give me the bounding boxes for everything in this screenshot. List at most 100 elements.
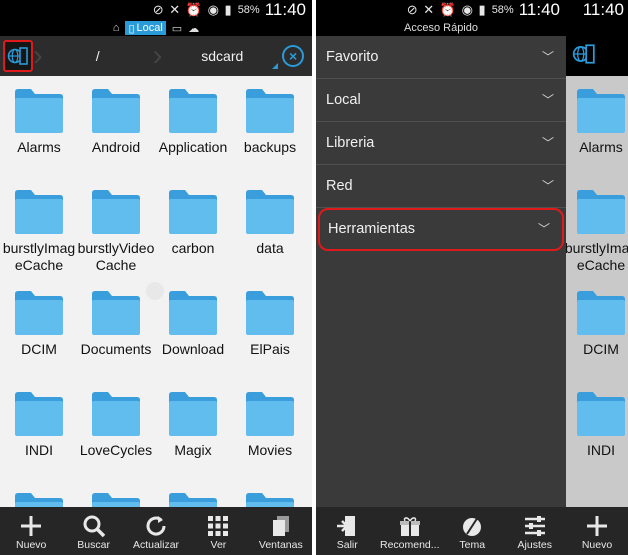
panel-title: Acceso Rápido	[316, 20, 566, 36]
folder-item[interactable]: burstlyVideoCache	[77, 177, 155, 277]
tema-button[interactable]: Tema	[441, 507, 504, 555]
toolbar-label: Recomend...	[379, 539, 440, 551]
gift-icon	[398, 513, 422, 539]
folder-name: data	[256, 240, 284, 256]
folder-item[interactable]: Magix	[154, 379, 232, 479]
folder-icon	[246, 493, 294, 507]
ajustes-button[interactable]: Ajustes	[504, 507, 567, 555]
quick-access-label: Local	[326, 92, 361, 108]
cloud-icon[interactable]: ☁	[188, 22, 199, 35]
folder-item[interactable]: carbon	[154, 177, 232, 277]
folder-item[interactable]: ElPais	[231, 278, 309, 378]
status-bar: 11:40	[566, 0, 628, 20]
folder-item[interactable]: Movies	[231, 379, 309, 479]
folder-item[interactable]	[77, 480, 155, 507]
globe-window-icon	[7, 47, 28, 65]
toolbar-label: Buscar	[77, 539, 110, 551]
quick-access-label: Red	[326, 178, 353, 194]
folder-item[interactable]: Documents	[77, 278, 155, 378]
local-location-chip[interactable]: ▯ Local	[125, 21, 166, 35]
folder-item[interactable]: DCIM	[0, 278, 78, 378]
status-bar: ⊘ ✕ ⏰ ◉ ▮ 58% 11:40	[0, 0, 312, 20]
home-icon[interactable]: ⌂	[113, 22, 120, 34]
nuevo-button[interactable]: Nuevo	[566, 507, 628, 555]
toolbar-label: Ventanas	[258, 539, 303, 551]
quick-access-item-libreria[interactable]: Libreria ﹀	[316, 122, 566, 165]
folder-name: backups	[243, 139, 297, 155]
folder-item[interactable]: Application	[154, 76, 232, 176]
toolbar-label: Tema	[459, 539, 486, 551]
quick-access-item-red[interactable]: Red ﹀	[316, 165, 566, 208]
recomend-button[interactable]: Recomend...	[379, 507, 442, 555]
folder-name: Alarms	[17, 139, 61, 155]
folder-icon	[577, 392, 625, 436]
clock: 11:40	[264, 0, 306, 19]
path-root[interactable]: /	[43, 36, 153, 76]
folder-item[interactable]: Download	[154, 278, 232, 378]
nuevo-button[interactable]: Nuevo	[0, 507, 62, 555]
folder-icon	[15, 190, 63, 234]
folder-name: DCIM	[583, 341, 619, 357]
folder-item[interactable]: DCIM	[566, 278, 628, 378]
folder-item[interactable]: burstlyImageCache	[566, 177, 628, 277]
folder-item[interactable]	[0, 480, 78, 507]
quick-access-item-local[interactable]: Local ﹀	[316, 79, 566, 122]
folder-item[interactable]: LoveCycles	[77, 379, 155, 479]
battery-percent: 58%	[491, 4, 514, 16]
chevron-down-icon: ﹀	[541, 93, 554, 107]
folder-item[interactable]	[231, 480, 309, 507]
folder-name: Magix	[174, 442, 212, 458]
folder-icon	[577, 291, 625, 335]
quick-access-label: Libreria	[326, 135, 375, 151]
toolbar-label: Nuevo	[581, 539, 613, 551]
ver-button[interactable]: Ver	[187, 507, 249, 555]
bottom-toolbar: Salir Recomend... Tema Ajustes	[316, 507, 566, 555]
quick-access-item-favorito[interactable]: Favorito ﹀	[316, 36, 566, 79]
folder-name: ElPais	[250, 341, 290, 357]
folder-item[interactable]: backups	[231, 76, 309, 176]
folder-item[interactable]: Alarms	[0, 76, 78, 176]
folder-item[interactable]: Alarms	[566, 76, 628, 176]
ventanas-button[interactable]: Ventanas	[250, 507, 312, 555]
chevron-down-icon: ﹀	[541, 179, 554, 193]
folder-item[interactable]: INDI	[566, 379, 628, 479]
drive-icon[interactable]: ▭	[172, 22, 182, 35]
folder-grid: Alarms Android Application backups burstlyIm…	[0, 76, 312, 507]
buscar-button[interactable]: Buscar	[62, 507, 124, 555]
globe-window-icon[interactable]	[572, 42, 596, 66]
settings-sliders-icon	[523, 513, 547, 539]
folder-icon	[15, 493, 63, 507]
folder-name: burstlyImageCache	[566, 240, 628, 273]
folder-item[interactable]	[154, 480, 232, 507]
path-current[interactable]: sdcard	[163, 36, 283, 76]
actualizar-button[interactable]: Actualizar	[125, 507, 187, 555]
quick-access-label: Herramientas	[328, 221, 416, 237]
quick-access-label: Favorito	[326, 49, 379, 65]
chevron-down-icon: ﹀	[541, 50, 554, 64]
toolbar-label: Salir	[336, 539, 358, 551]
window-switch-button[interactable]	[3, 40, 33, 72]
folder-icon	[15, 89, 63, 133]
folder-name: INDI	[25, 442, 53, 458]
folder-item[interactable]: Android	[77, 76, 155, 176]
phone-icon: ▯	[128, 22, 135, 35]
folder-grid: Alarms burstlyImageCache DCIM INDI	[566, 76, 628, 507]
quick-access-item-herramientas[interactable]: Herramientas ﹀	[318, 208, 564, 251]
folder-icon	[246, 190, 294, 234]
clock: 11:40	[518, 0, 560, 19]
folder-icon	[15, 392, 63, 436]
quick-access-list: Favorito ﹀ Local ﹀ Libreria ﹀ Red ﹀ Herramientas…	[316, 36, 566, 251]
folder-icon	[169, 493, 217, 507]
folder-item[interactable]: burstlyImageCache	[0, 177, 78, 277]
folder-name: INDI	[587, 442, 615, 458]
path-separator: ›	[32, 39, 43, 72]
folder-name: Application	[158, 139, 228, 155]
folder-name: carbon	[171, 240, 215, 256]
folder-item[interactable]: INDI	[0, 379, 78, 479]
folder-icon	[169, 89, 217, 133]
close-icon[interactable]: ×	[282, 45, 304, 67]
folder-icon	[169, 291, 217, 335]
folder-item[interactable]: data	[231, 177, 309, 277]
salir-button[interactable]: Salir	[316, 507, 379, 555]
status-bar: ⊘ ✕ ⏰ ◉ ▮ 58% 11:40	[316, 0, 566, 20]
